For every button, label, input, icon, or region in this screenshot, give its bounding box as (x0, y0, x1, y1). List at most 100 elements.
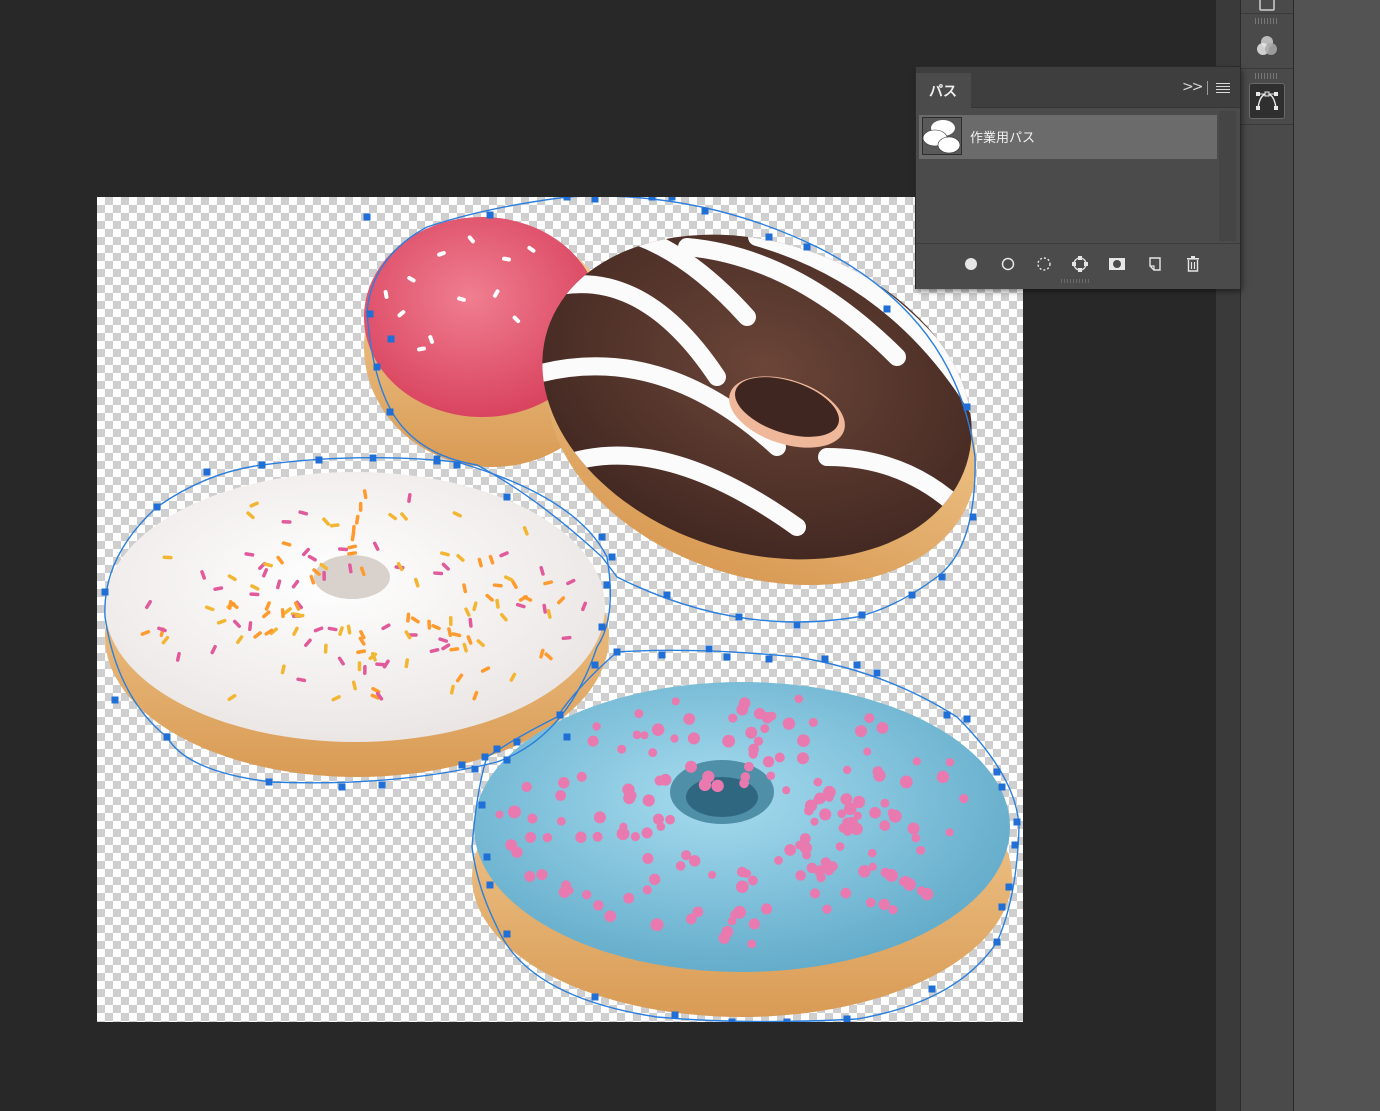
path-anchor[interactable] (591, 197, 599, 203)
path-anchor[interactable] (873, 669, 881, 677)
path-anchor[interactable] (603, 581, 611, 589)
paths-icon[interactable] (1249, 83, 1285, 119)
hamburger-menu-icon[interactable] (1216, 83, 1230, 95)
path-anchor[interactable] (728, 1018, 736, 1023)
path-anchor[interactable] (338, 783, 346, 791)
strip-grip[interactable] (1255, 73, 1279, 79)
document-canvas[interactable] (97, 197, 1023, 1022)
path-anchor[interactable] (258, 461, 266, 469)
path-anchor[interactable] (483, 853, 491, 861)
path-anchor[interactable] (608, 553, 616, 561)
path-anchor[interactable] (658, 651, 666, 659)
path-anchor[interactable] (803, 243, 811, 251)
path-anchor[interactable] (705, 645, 713, 653)
path-anchor[interactable] (478, 801, 486, 809)
path-anchor[interactable] (503, 493, 511, 501)
path-anchor[interactable] (386, 408, 394, 416)
path-anchor[interactable] (1005, 883, 1013, 891)
path-anchor[interactable] (671, 1011, 679, 1019)
path-anchor[interactable] (453, 461, 461, 469)
path-anchor[interactable] (493, 745, 501, 753)
path-anchor[interactable] (369, 454, 377, 462)
panel-scrollbar[interactable] (1219, 111, 1236, 241)
path-anchor[interactable] (928, 985, 936, 993)
path-anchor[interactable] (963, 403, 971, 411)
path-anchor[interactable] (1011, 841, 1019, 849)
add-mask-icon[interactable] (1106, 253, 1128, 275)
path-anchor[interactable] (315, 456, 323, 464)
path-anchor[interactable] (503, 930, 511, 938)
load-as-selection-icon[interactable] (1033, 253, 1055, 275)
path-anchor[interactable] (998, 903, 1006, 911)
panel-dock-area (1294, 0, 1380, 1111)
path-anchor[interactable] (969, 513, 977, 521)
panel-header: パス >> (916, 67, 1240, 108)
path-anchor[interactable] (591, 993, 599, 1001)
path-anchor[interactable] (648, 197, 656, 201)
path-anchor[interactable] (503, 756, 511, 764)
stroke-path-icon[interactable] (997, 253, 1019, 275)
path-item-work-path[interactable]: 作業用パス (919, 115, 1217, 159)
path-anchor[interactable] (613, 648, 621, 656)
path-anchor[interactable] (163, 733, 171, 741)
path-anchor[interactable] (938, 573, 946, 581)
path-anchor[interactable] (363, 213, 371, 221)
path-anchor[interactable] (883, 305, 891, 313)
path-anchor[interactable] (486, 211, 494, 219)
path-anchor[interactable] (843, 1015, 851, 1023)
path-anchor[interactable] (563, 197, 571, 201)
path-anchor[interactable] (486, 881, 494, 889)
path-anchor[interactable] (663, 591, 671, 599)
path-anchor[interactable] (101, 588, 109, 596)
path-anchor[interactable] (111, 696, 119, 704)
make-path-from-selection-icon[interactable] (1069, 253, 1091, 275)
path-anchor[interactable] (563, 733, 571, 741)
path-anchor[interactable] (793, 621, 801, 629)
path-anchor[interactable] (366, 310, 374, 318)
path-anchor[interactable] (265, 778, 273, 786)
path-anchor[interactable] (598, 533, 606, 541)
strip-grip[interactable] (1255, 18, 1279, 24)
path-anchor[interactable] (993, 768, 1001, 776)
path-anchor[interactable] (598, 623, 606, 631)
path-anchor[interactable] (993, 938, 1001, 946)
path-anchor[interactable] (765, 233, 773, 241)
path-anchor[interactable] (668, 197, 676, 201)
path-anchor[interactable] (203, 468, 211, 476)
path-anchor[interactable] (378, 781, 386, 789)
path-anchor[interactable] (513, 738, 521, 746)
path-anchor[interactable] (908, 591, 916, 599)
path-anchor[interactable] (373, 363, 381, 371)
path-anchor[interactable] (723, 653, 731, 661)
strip-divider (1241, 13, 1293, 14)
panel-resize-grip[interactable] (1061, 279, 1091, 283)
path-anchor[interactable] (701, 207, 709, 215)
path-anchor[interactable] (433, 457, 441, 465)
path-anchor[interactable] (963, 715, 971, 723)
channels-icon[interactable] (1249, 28, 1285, 64)
path-anchor[interactable] (471, 765, 479, 773)
path-anchor[interactable] (481, 753, 489, 761)
work-path-thumbnail (922, 117, 962, 155)
path-anchor[interactable] (556, 711, 564, 719)
path-anchor[interactable] (821, 655, 829, 663)
path-anchor[interactable] (153, 503, 161, 511)
path-anchor[interactable] (783, 1018, 791, 1023)
path-anchor[interactable] (735, 613, 743, 621)
new-path-icon[interactable] (1144, 253, 1166, 275)
path-anchor[interactable] (853, 661, 861, 669)
delete-path-icon[interactable] (1182, 253, 1204, 275)
path-name-label: 作業用パス (970, 131, 1036, 146)
path-anchor[interactable] (765, 655, 773, 663)
path-anchor[interactable] (858, 611, 866, 619)
fill-path-icon[interactable] (960, 253, 982, 275)
path-anchor[interactable] (591, 661, 599, 669)
blue-pearl-donut (472, 682, 1012, 1017)
double-chevron-right-icon[interactable]: >> (1182, 79, 1204, 95)
tab-paths[interactable]: パス (916, 73, 971, 108)
path-anchor[interactable] (998, 783, 1006, 791)
path-anchor[interactable] (458, 761, 466, 769)
path-anchor[interactable] (387, 335, 395, 343)
path-anchor[interactable] (943, 711, 951, 719)
path-anchor[interactable] (1013, 818, 1021, 826)
